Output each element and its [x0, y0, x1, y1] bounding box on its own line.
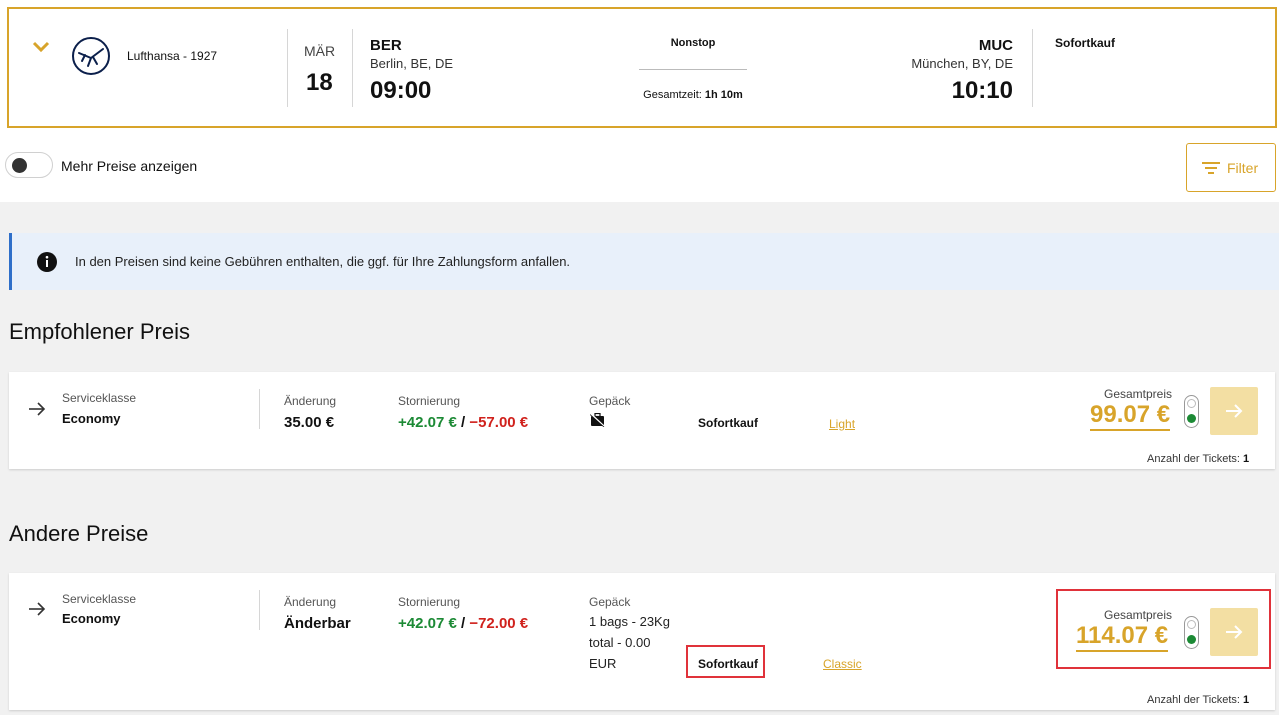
route-line [639, 69, 747, 70]
arrival-time: 10:10 [951, 77, 1013, 104]
ticket-count-label: Anzahl der Tickets: [1147, 453, 1240, 465]
section-title-recommended: Empfohlener Preis [9, 319, 190, 344]
availability-indicator-icon [1184, 395, 1199, 428]
highlight-box-total-price [1056, 589, 1271, 669]
total-duration: Gesamtzeit: 1h 10m [629, 89, 757, 101]
baggage-line: total - 0.00 [589, 635, 651, 650]
fare-light-link[interactable]: Light [829, 417, 855, 431]
cancel-label: Stornierung [398, 394, 461, 408]
total-price-label: Gesamtpreis [1104, 387, 1173, 401]
service-class-value: Economy [62, 611, 121, 626]
flight-day: 18 [306, 69, 333, 96]
origin-city: Berlin, BE, DE [370, 56, 454, 71]
baggage-label: Gepäck [589, 394, 631, 408]
more-prices-toggle[interactable] [5, 152, 53, 178]
booking-type: Sofortkauf [1055, 36, 1115, 50]
ticket-count-value: 1 [1243, 694, 1250, 706]
divider [259, 389, 260, 429]
divider [287, 29, 288, 107]
baggage-line: 1 bags - 23Kg [589, 614, 670, 629]
cancel-fee: −57.00 € [469, 414, 529, 431]
offer-card-recommended[interactable]: Serviceklasse Economy Änderung 35.00 € S… [9, 372, 1275, 469]
change-label: Änderung [284, 394, 337, 408]
flight-summary-card[interactable]: Lufthansa - 1927 MÄR 18 BER Berlin, BE, … [7, 7, 1277, 128]
highlight-box-booking-type [686, 645, 765, 678]
departure-time: 09:00 [370, 77, 432, 104]
lufthansa-crane-logo-icon [72, 37, 110, 75]
more-prices-label: Mehr Preise anzeigen [61, 158, 198, 174]
divider [1032, 29, 1033, 107]
change-fee: Änderbar [284, 615, 351, 632]
service-class-label: Serviceklasse [62, 391, 137, 405]
chevron-down-icon[interactable] [31, 39, 51, 55]
ticket-count-value: 1 [1243, 453, 1250, 465]
separator: / [460, 414, 466, 431]
cancel-fees: +42.07 € / −57.00 € [398, 414, 528, 431]
divider [352, 29, 353, 107]
filter-label: Filter [1227, 160, 1259, 176]
fare-classic-link[interactable]: Classic [823, 657, 862, 671]
no-baggage-icon [590, 413, 605, 427]
toggle-knob [12, 158, 27, 173]
total-price[interactable]: 99.07 € [1090, 401, 1171, 431]
divider [259, 590, 260, 630]
arrow-right-icon [29, 402, 46, 416]
ticket-count-label: Anzahl der Tickets: [1147, 694, 1240, 706]
flight-month: MÄR [304, 43, 336, 59]
destination-code: MUC [978, 37, 1013, 54]
service-class-label: Serviceklasse [62, 592, 137, 606]
ticket-count: Anzahl der Tickets: 1 [1147, 453, 1249, 465]
origin-code: BER [370, 37, 402, 54]
cancel-label: Stornierung [398, 595, 461, 609]
duration-value: 1h 10m [704, 89, 743, 101]
section-title-other: Andere Preise [9, 521, 149, 546]
change-label: Änderung [284, 595, 337, 609]
airline-flight-number: Lufthansa - 1927 [127, 49, 218, 63]
cancel-refund: +42.07 € [398, 414, 457, 431]
baggage-label: Gepäck [589, 595, 631, 609]
cancel-refund: +42.07 € [398, 615, 457, 632]
info-banner: In den Preisen sind keine Gebühren entha… [9, 233, 1279, 290]
service-class-value: Economy [62, 411, 121, 426]
baggage-details: 1 bags - 23Kg total - 0.00 EUR [589, 611, 670, 674]
separator: / [460, 615, 466, 632]
stops-label: Nonstop [670, 37, 716, 49]
info-text: In den Preisen sind keine Gebühren entha… [75, 254, 571, 269]
destination-city: München, BY, DE [911, 56, 1013, 71]
duration-label: Gesamtzeit: [643, 89, 702, 101]
change-fee: 35.00 € [284, 414, 335, 431]
info-icon [37, 252, 57, 272]
arrow-right-icon [1226, 404, 1243, 418]
arrow-right-icon [29, 602, 46, 616]
select-offer-button[interactable] [1210, 387, 1258, 435]
cancel-fee: −72.00 € [469, 615, 529, 632]
filter-icon [1202, 162, 1220, 174]
cancel-fees: +42.07 € / −72.00 € [398, 615, 528, 632]
filter-button[interactable]: Filter [1186, 143, 1276, 192]
baggage-line: EUR [589, 656, 617, 671]
booking-type: Sofortkauf [698, 416, 758, 430]
ticket-count: Anzahl der Tickets: 1 [1147, 694, 1249, 706]
